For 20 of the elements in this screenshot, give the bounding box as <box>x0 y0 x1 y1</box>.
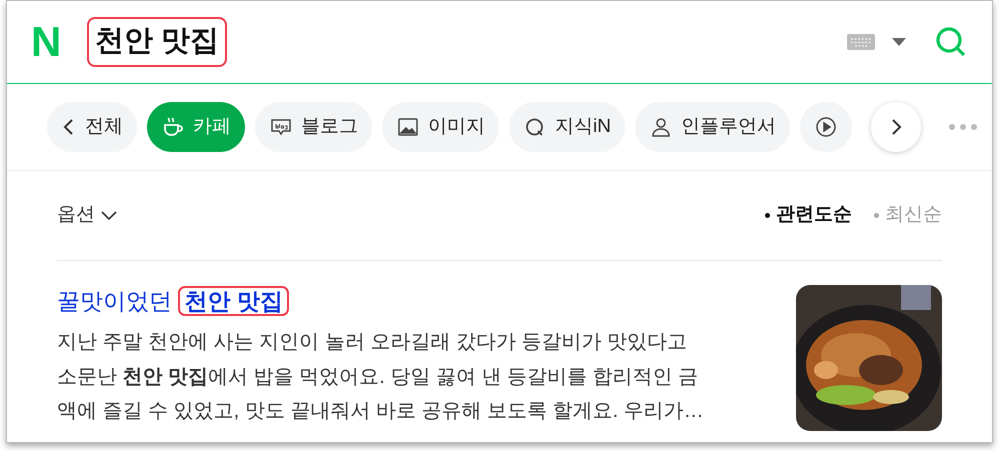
category-tab[interactable]: 이미지 <box>382 102 499 152</box>
more-icon[interactable] <box>949 124 977 130</box>
dropdown-caret-icon[interactable] <box>892 38 906 46</box>
play-icon <box>814 115 838 139</box>
search-field[interactable]: 천안 맛집 <box>87 17 846 67</box>
cup-icon <box>161 115 185 139</box>
options-dropdown[interactable]: 옵션 <box>57 201 117 230</box>
search-icon[interactable] <box>934 25 968 59</box>
result-title-link[interactable]: 꿀맛이었던 천안 맛집 <box>57 285 289 317</box>
category-tab[interactable]: 지식iN <box>509 102 625 152</box>
chevron-down-icon <box>101 210 117 220</box>
sort-option[interactable]: 관련도순 <box>765 201 852 230</box>
category-tab[interactable]: 블로그 <box>255 102 372 152</box>
next-button[interactable] <box>871 102 921 152</box>
category-tab[interactable]: 전체 <box>47 102 137 152</box>
category-tab[interactable]: 인플루언서 <box>634 102 790 152</box>
result-description: 지난 주말 천안에 사는 지인이 놀러 오라길래 갔다가 등갈비가 맛있다고 소문난 천안 맛집에서 밥을 먹었어요. 당일 끓여 낸 등갈비를 합리적인 금 액에 즐길 수 있었고, 맛도 끝내줘서 바로 공유해 보도록 할게요. 우리가… <box>57 330 705 424</box>
category-tab[interactable] <box>800 102 852 152</box>
chevron-right-icon <box>890 118 902 136</box>
keyboard-icon[interactable] <box>846 32 876 52</box>
